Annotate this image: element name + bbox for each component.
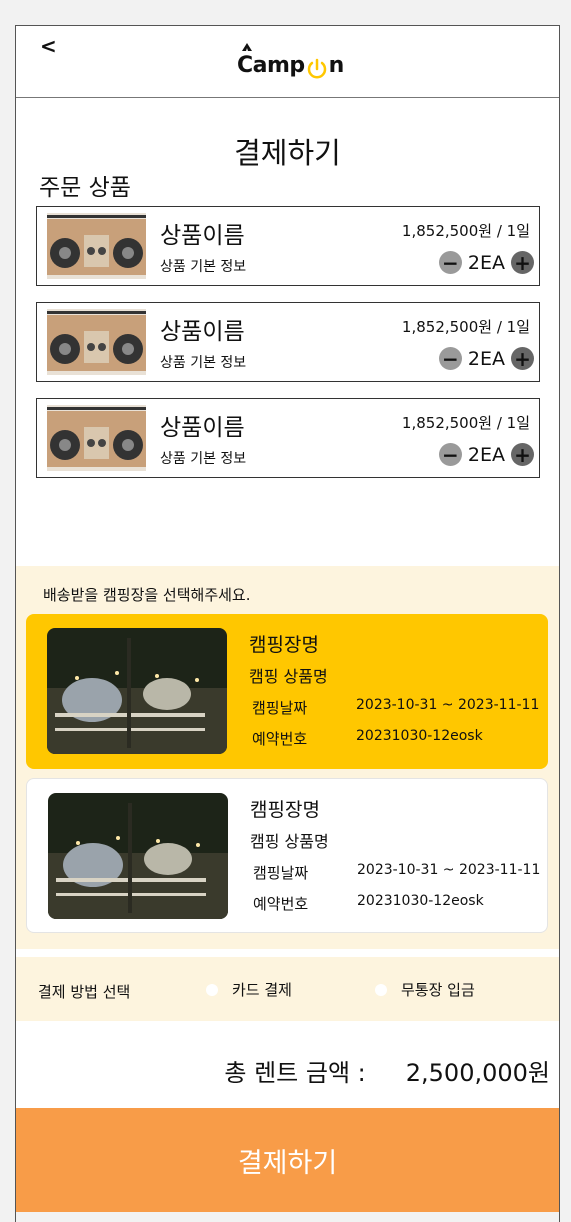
- campsite-name: 캠핑장명: [249, 634, 319, 656]
- reservation-label: 예약번호: [253, 895, 309, 913]
- quantity-stepper: − 2EA +: [438, 347, 534, 370]
- bottom-strip: [16, 1212, 559, 1222]
- radio-circle-icon[interactable]: [375, 983, 387, 996]
- campsite-selection: 배송받을 캠핑장을 선택해주세요. 캠핑장명 캠핑 상품명 캠핑날짜 2023-…: [16, 566, 559, 949]
- product-info: 상품 기본 정보: [160, 451, 247, 467]
- campsite-image: [48, 793, 228, 919]
- pay-button[interactable]: 결제하기: [16, 1108, 559, 1212]
- total-amount: 총 렌트 금액 : 2,500,000원: [224, 1053, 550, 1088]
- quantity-value: 2EA: [467, 251, 505, 274]
- product-name: 상품이름: [160, 223, 245, 249]
- plus-icon[interactable]: +: [511, 251, 534, 274]
- product-name: 상품이름: [160, 319, 245, 345]
- total-value: 2,500,000원: [405, 1059, 550, 1087]
- radio-bank-transfer[interactable]: 무통장 입금: [375, 979, 475, 1000]
- product-price: 1,852,500원 / 1일: [401, 222, 530, 240]
- product-item: 상품이름 상품 기본 정보 1,852,500원 / 1일 − 2EA +: [36, 206, 540, 286]
- plus-icon[interactable]: +: [511, 443, 534, 466]
- quantity-stepper: − 2EA +: [438, 251, 534, 274]
- radio-card-payment-label: 카드 결제: [232, 981, 292, 999]
- total-label: 총 렌트 금액 :: [224, 1059, 366, 1087]
- header: < Camp n: [16, 26, 559, 98]
- logo-text-n: n: [328, 53, 345, 78]
- product-info: 상품 기본 정보: [160, 355, 247, 371]
- quantity-stepper: − 2EA +: [438, 443, 534, 466]
- product-item: 상품이름 상품 기본 정보 1,852,500원 / 1일 − 2EA +: [36, 302, 540, 382]
- product-image: [47, 309, 146, 375]
- plus-icon[interactable]: +: [511, 347, 534, 370]
- reservation-row: 예약번호 20231030-12eosk: [252, 728, 483, 749]
- back-button[interactable]: <: [40, 34, 57, 58]
- radio-bank-transfer-label: 무통장 입금: [401, 981, 475, 999]
- minus-icon[interactable]: −: [438, 251, 462, 274]
- product-price: 1,852,500원 / 1일: [401, 318, 530, 336]
- product-item: 상품이름 상품 기본 정보 1,852,500원 / 1일 − 2EA +: [36, 398, 540, 478]
- payment-method-label: 결제 방법 선택: [38, 983, 131, 1001]
- reservation-value: 20231030-12eosk: [356, 728, 483, 744]
- camping-date-label: 캠핑날짜: [253, 864, 309, 882]
- tent-icon: [242, 43, 252, 51]
- product-image: [47, 213, 146, 279]
- minus-icon[interactable]: −: [438, 347, 462, 370]
- campsite-card[interactable]: 캠핑장명 캠핑 상품명 캠핑날짜 2023-10-31 ~ 2023-11-11…: [26, 778, 548, 933]
- app-frame: < Camp n 결제하기 주문 상품 상품이름 상품 기본 정보 1,852,…: [15, 25, 560, 1222]
- campsite-card-selected[interactable]: 캠핑장명 캠핑 상품명 캠핑날짜 2023-10-31 ~ 2023-11-11…: [26, 614, 548, 769]
- radio-circle-icon[interactable]: [206, 983, 218, 996]
- page-title: 결제하기: [234, 136, 341, 170]
- quantity-value: 2EA: [467, 443, 505, 466]
- minus-icon[interactable]: −: [438, 443, 462, 466]
- quantity-value: 2EA: [467, 347, 505, 370]
- camping-date-row: 캠핑날짜 2023-10-31 ~ 2023-11-11: [253, 862, 540, 883]
- logo: Camp n: [237, 43, 345, 79]
- reservation-label: 예약번호: [252, 730, 308, 748]
- product-info: 상품 기본 정보: [160, 259, 247, 275]
- camping-date-value: 2023-10-31 ~ 2023-11-11: [356, 697, 540, 713]
- campsite-image: [47, 628, 227, 754]
- product-image: [47, 405, 146, 471]
- campsite-product: 캠핑 상품명: [249, 667, 328, 686]
- reservation-value: 20231030-12eosk: [357, 893, 484, 909]
- camping-date-row: 캠핑날짜 2023-10-31 ~ 2023-11-11: [252, 697, 539, 718]
- campsite-name: 캠핑장명: [250, 799, 320, 821]
- payment-method-section: 결제 방법 선택 카드 결제 무통장 입금: [16, 957, 559, 1021]
- product-name: 상품이름: [160, 415, 245, 441]
- reservation-row: 예약번호 20231030-12eosk: [253, 893, 484, 914]
- camping-date-value: 2023-10-31 ~ 2023-11-11: [357, 862, 541, 878]
- camping-date-label: 캠핑날짜: [252, 699, 308, 717]
- product-price: 1,852,500원 / 1일: [401, 414, 530, 432]
- campsite-prompt: 배송받을 캠핑장을 선택해주세요.: [43, 586, 251, 604]
- power-icon: [307, 58, 326, 79]
- radio-card-payment[interactable]: 카드 결제: [206, 979, 292, 1000]
- order-items-label: 주문 상품: [39, 175, 131, 201]
- logo-text-camp: Camp: [237, 53, 305, 78]
- campsite-product: 캠핑 상품명: [250, 832, 329, 851]
